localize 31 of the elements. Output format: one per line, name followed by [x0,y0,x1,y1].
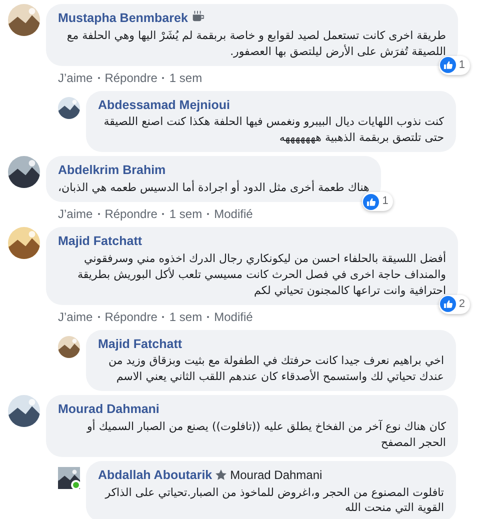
reply-link[interactable]: Répondre [104,68,158,87]
mention-link[interactable]: Mourad Dahmani [230,466,322,484]
timestamp: 1 sem [169,70,202,87]
comment-text: تافلوت المصنوع من الحجر و،اغروض للماخوذ من الصبار.تحياتي على الذاكر القوية التي منحت الله [104,484,444,516]
author-name[interactable]: Majid Fatchatt [58,234,142,248]
comment-text: كنت نذوب اللهايات ديال البيبرو ونغمس فيها الحلفة هكذا كنت اصنع اللصيقة حتى تلتصق بربقمة الذهبية هههههههه [102,114,444,146]
like-link[interactable]: J’aime [58,204,93,223]
timestamp: 1 sem [169,206,202,223]
author-name[interactable]: Abdelkrim Brahim [58,163,166,178]
coffee-cup-icon [190,10,204,23]
author-name[interactable]: Abdessamad Mejnioui [98,98,230,112]
thumbs-up-icon [440,296,456,312]
edited-label: Modifié [214,308,253,326]
thumbs-up-icon [363,194,380,210]
star-icon [215,469,228,482]
author-name[interactable]: Mourad Dahmani [58,402,160,416]
author-name[interactable]: Abdallah Aboutarik [98,466,212,484]
author-name[interactable]: Mustapha Benmbarek [58,11,188,25]
like-link[interactable]: J’aime [58,308,93,326]
comment-text: اخي براهيم نعرف جيدا كانت حرفتك في الطفولة مع بثيت وبزقاق وزيد من عندك تحياتي لك واستسمح الأصدقاء كان عندهم اللقب الثاني يعني الاسم [108,353,444,386]
author-name[interactable]: Majid Fatchatt [98,336,182,350]
comment-text: كان هناك نوع آخر من الفخاخ يطلق عليه ((تافلوت)) يصنع من الصبار السميك أو الحجر المصفح [86,418,446,451]
edited-label: Modifié [214,206,253,223]
reaction-count[interactable]: 1 [362,192,394,211]
reaction-count[interactable]: 2 [438,295,470,314]
thumbs-up-icon [440,57,456,74]
reply-link[interactable]: Répondre [104,308,158,326]
reaction-count[interactable]: 1 [438,56,470,75]
like-link[interactable]: J’aime [58,68,93,87]
reply-link[interactable]: Répondre [104,204,158,223]
timestamp: 1 sem [169,308,202,326]
